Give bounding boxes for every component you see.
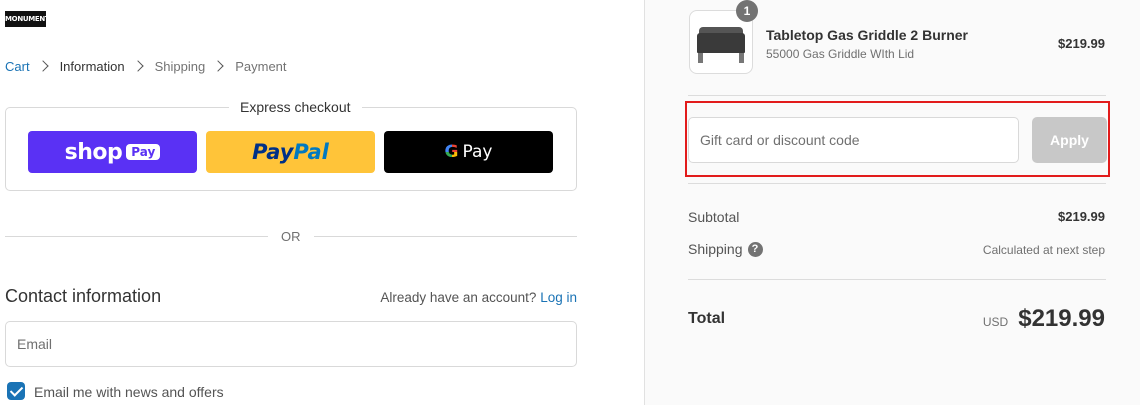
shop-pay-logo: shop — [64, 139, 123, 165]
summary-divider — [688, 279, 1106, 280]
login-link[interactable]: Log in — [540, 290, 577, 305]
google-pay-label: Pay — [462, 142, 493, 162]
griddle-leg-shape — [698, 53, 703, 63]
shop-pay-badge: Pay — [126, 144, 161, 160]
total-label: Total — [688, 310, 726, 327]
apply-discount-button[interactable]: Apply — [1032, 117, 1107, 163]
product-name: Tabletop Gas Griddle 2 Burner — [766, 27, 969, 43]
currency-code: USD — [982, 315, 1009, 329]
help-icon[interactable]: ? — [747, 241, 763, 257]
breadcrumb-information: Information — [59, 58, 125, 74]
google-g-icon: G — [444, 142, 459, 162]
newsletter-label[interactable]: Email me with news and offers — [34, 384, 224, 400]
google-pay-button[interactable]: G Pay — [384, 131, 553, 173]
or-divider-left — [5, 236, 268, 237]
discount-code-input[interactable] — [688, 117, 1019, 163]
summary-divider — [688, 95, 1106, 96]
shipping-value: Calculated at next step — [982, 243, 1105, 257]
subtotal-value: $219.99 — [1058, 209, 1105, 224]
product-variant: 55000 Gas Griddle WIth Lid — [766, 47, 915, 61]
product-price: $219.99 — [1058, 36, 1105, 51]
breadcrumb-shipping: Shipping — [154, 58, 206, 74]
order-summary: 1 Tabletop Gas Griddle 2 Burner 55000 Ga… — [644, 0, 1140, 405]
griddle-image — [697, 33, 745, 53]
or-divider-right — [314, 236, 577, 237]
total-amount: USD $219.99 — [983, 305, 1105, 333]
quantity-badge: 1 — [736, 0, 758, 22]
express-checkout-title: Express checkout — [229, 99, 362, 115]
breadcrumb: Cart Information Shipping Payment — [5, 58, 287, 74]
shipping-label-row: Shipping ? — [688, 241, 763, 257]
griddle-leg-shape — [739, 53, 744, 63]
chevron-right-icon — [131, 60, 144, 72]
breadcrumb-cart[interactable]: Cart — [5, 59, 30, 74]
account-prompt: Already have an account? Log in — [380, 290, 577, 305]
newsletter-checkbox[interactable] — [7, 382, 25, 400]
express-checkout: Express checkout shop Pay PayPal G Pay — [5, 99, 577, 191]
paypal-button[interactable]: PayPal — [206, 131, 375, 173]
or-divider-text: OR — [281, 229, 301, 244]
total-value: $219.99 — [1018, 305, 1105, 332]
shipping-label: Shipping — [688, 241, 743, 257]
paypal-logo: PayPal — [252, 140, 329, 164]
chevron-right-icon — [212, 60, 224, 72]
chevron-right-icon — [36, 60, 49, 72]
subtotal-label: Subtotal — [688, 209, 740, 225]
summary-divider — [688, 183, 1106, 184]
store-logo[interactable]: MONUMENT — [5, 11, 46, 27]
contact-information-heading: Contact information — [5, 286, 162, 306]
email-field[interactable] — [5, 321, 577, 367]
breadcrumb-payment: Payment — [235, 58, 287, 74]
shop-pay-button[interactable]: shop Pay — [28, 131, 197, 173]
